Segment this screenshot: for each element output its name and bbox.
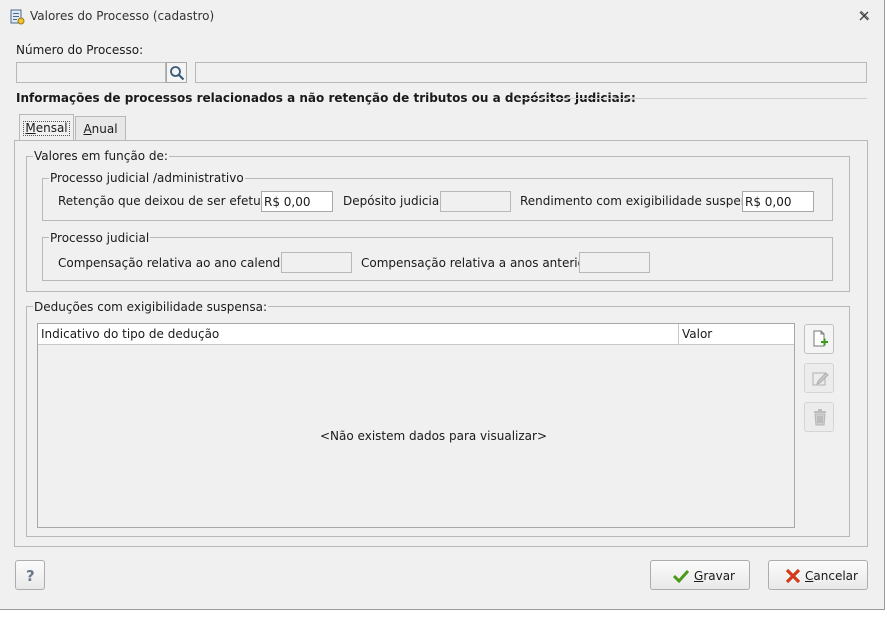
tab-anual[interactable]: Anual bbox=[75, 116, 126, 140]
retencao-label: Retenção que deixou de ser efetuada bbox=[58, 194, 284, 208]
comp-anteriores-label: Compensação relativa a anos anteriores bbox=[361, 256, 604, 270]
edit-deducao-button[interactable] bbox=[804, 363, 834, 393]
delete-deducao-button[interactable] bbox=[804, 402, 834, 432]
deposito-input bbox=[440, 191, 511, 212]
column-divider bbox=[678, 324, 679, 344]
lookup-button[interactable] bbox=[166, 62, 187, 83]
comp-ano-label: Compensação relativa ao ano calendário bbox=[58, 256, 304, 270]
comp-ano-input bbox=[281, 252, 352, 273]
tab-mensal[interactable]: Mensal bbox=[19, 114, 74, 141]
table-header: Indicativo do tipo de dedução Valor bbox=[38, 324, 794, 345]
app-icon bbox=[9, 9, 25, 25]
processo-descricao-field bbox=[195, 62, 867, 83]
check-icon bbox=[672, 568, 690, 587]
deposito-label: Depósito judicial bbox=[343, 194, 443, 208]
numero-processo-label: Número do Processo: bbox=[16, 43, 144, 57]
add-deducao-button[interactable] bbox=[804, 324, 834, 354]
help-button[interactable]: ? bbox=[15, 560, 45, 590]
tab-mensal-label: Mensal bbox=[23, 121, 70, 136]
comp-anteriores-input bbox=[579, 252, 650, 273]
column-header-valor[interactable]: Valor bbox=[682, 327, 712, 341]
retencao-input[interactable]: R$ 0,00 bbox=[261, 191, 333, 212]
title-bar: Valores do Processo (cadastro) bbox=[0, 0, 884, 32]
rendimento-input[interactable]: R$ 0,00 bbox=[742, 191, 814, 212]
rendimento-label: Rendimento com exigibilidade suspensa bbox=[520, 194, 763, 208]
help-icon: ? bbox=[26, 567, 35, 585]
deducoes-legend: Deduções com exigibilidade suspensa: bbox=[33, 300, 269, 314]
judicial-admin-legend: Processo judicial /administrativo bbox=[49, 171, 245, 185]
empty-table-message: <Não existem dados para visualizar> bbox=[320, 429, 548, 443]
gravar-label: Gravar bbox=[694, 569, 735, 583]
search-icon bbox=[169, 65, 185, 84]
section-divider bbox=[516, 98, 867, 99]
column-header-tipo[interactable]: Indicativo do tipo de dedução bbox=[41, 327, 219, 341]
trash-icon bbox=[811, 408, 829, 429]
add-document-icon bbox=[811, 330, 829, 351]
cancelar-button[interactable]: Cancelar bbox=[768, 560, 868, 590]
tab-anual-label: Anual bbox=[83, 122, 118, 136]
deducoes-table[interactable]: Indicativo do tipo de dedução Valor <Não… bbox=[37, 323, 795, 528]
numero-processo-input[interactable] bbox=[16, 62, 166, 83]
cancelar-label: Cancelar bbox=[805, 569, 858, 583]
edit-icon bbox=[811, 370, 829, 391]
judicial-legend: Processo judicial bbox=[49, 231, 151, 245]
dialog-window: Valores do Processo (cadastro) Número do… bbox=[0, 0, 885, 610]
gravar-button[interactable]: Gravar bbox=[650, 560, 750, 590]
close-icon[interactable] bbox=[857, 10, 871, 22]
window-title: Valores do Processo (cadastro) bbox=[30, 9, 215, 23]
cancel-x-icon bbox=[785, 568, 801, 587]
valores-legend: Valores em função de: bbox=[33, 149, 169, 163]
